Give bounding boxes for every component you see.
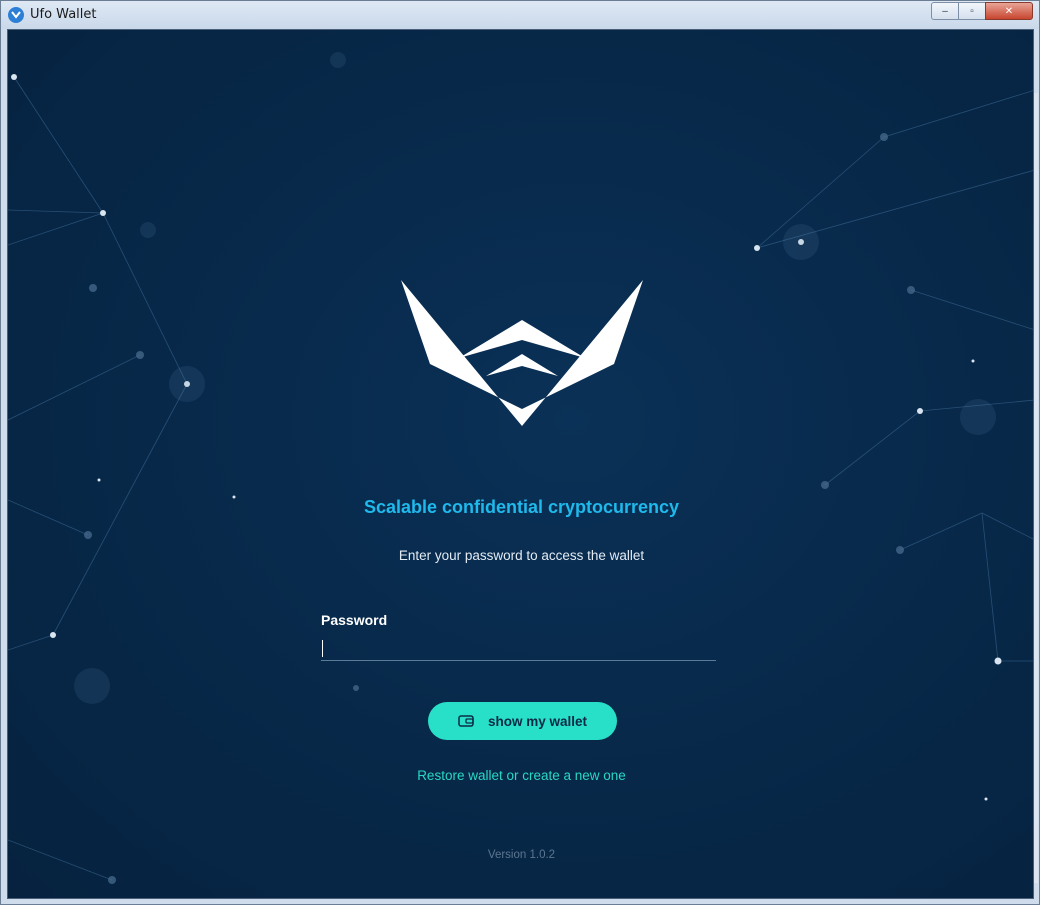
- login-instruction: Enter your password to access the wallet: [398, 548, 645, 563]
- close-icon: ✕: [1004, 5, 1014, 17]
- minimize-icon: –: [942, 5, 948, 17]
- login-screen: Scalable confidential cryptocurrency Ent…: [7, 29, 1034, 899]
- password-label: Password: [321, 612, 388, 628]
- minimize-button[interactable]: –: [931, 2, 959, 20]
- window-edge: [1034, 93, 1038, 883]
- ufo-wallet-logo: [401, 280, 643, 426]
- restore-wallet-link[interactable]: Restore wallet or create a new one: [8, 768, 1033, 783]
- maximize-icon: ▫: [970, 5, 974, 17]
- window-title: Ufo Wallet: [30, 7, 97, 22]
- text-cursor: [322, 640, 323, 657]
- tagline: Scalable confidential cryptocurrency: [363, 497, 680, 517]
- app-window: Ufo Wallet – ▫ ✕ Scalable confidential c…: [0, 0, 1040, 905]
- show-wallet-button-label: show my wallet: [487, 713, 588, 729]
- title-bar[interactable]: Ufo Wallet – ▫ ✕: [1, 1, 1039, 29]
- password-input[interactable]: [321, 635, 716, 661]
- version-label: Version 1.0.2: [487, 849, 556, 861]
- app-logo-icon: [8, 7, 24, 23]
- wallet-icon: [458, 715, 474, 727]
- maximize-button[interactable]: ▫: [958, 2, 986, 20]
- show-wallet-button[interactable]: show my wallet: [428, 702, 617, 740]
- close-button[interactable]: ✕: [985, 2, 1033, 20]
